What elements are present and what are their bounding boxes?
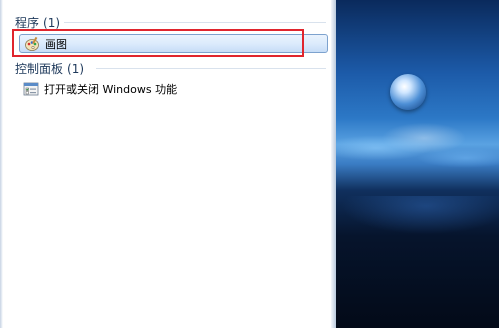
group-header-control-panel[interactable]: 控制面板 (1): [15, 60, 84, 77]
wallpaper-shadow: [336, 196, 499, 328]
pane-right-edge: [331, 0, 336, 328]
result-item-windows-features-label: 打开或关闭 Windows 功能: [44, 83, 178, 96]
result-item-paint-label: 画图: [45, 37, 67, 51]
group-header-programs[interactable]: 程序 (1): [15, 14, 60, 31]
result-item-paint[interactable]: 画图: [19, 34, 328, 53]
group-header-control-panel-count: (1): [67, 61, 85, 76]
start-menu-results-pane: 程序 (1) 画图 控制面板 (1) 打开或关闭 Windows 功能: [0, 0, 336, 328]
pane-left-edge: [0, 0, 3, 328]
group-header-control-panel-label: 控制面板: [15, 62, 64, 76]
group-divider-control-panel: [96, 68, 326, 69]
group-divider-programs: [64, 22, 326, 23]
water-droplet: [390, 74, 426, 110]
paint-icon: [25, 36, 39, 51]
group-header-programs-count: (1): [43, 15, 61, 30]
wallpaper-wave: [336, 118, 499, 198]
group-header-programs-label: 程序: [15, 16, 40, 30]
result-item-windows-features[interactable]: 打开或关闭 Windows 功能: [23, 80, 177, 98]
windows-features-icon: [23, 82, 39, 96]
